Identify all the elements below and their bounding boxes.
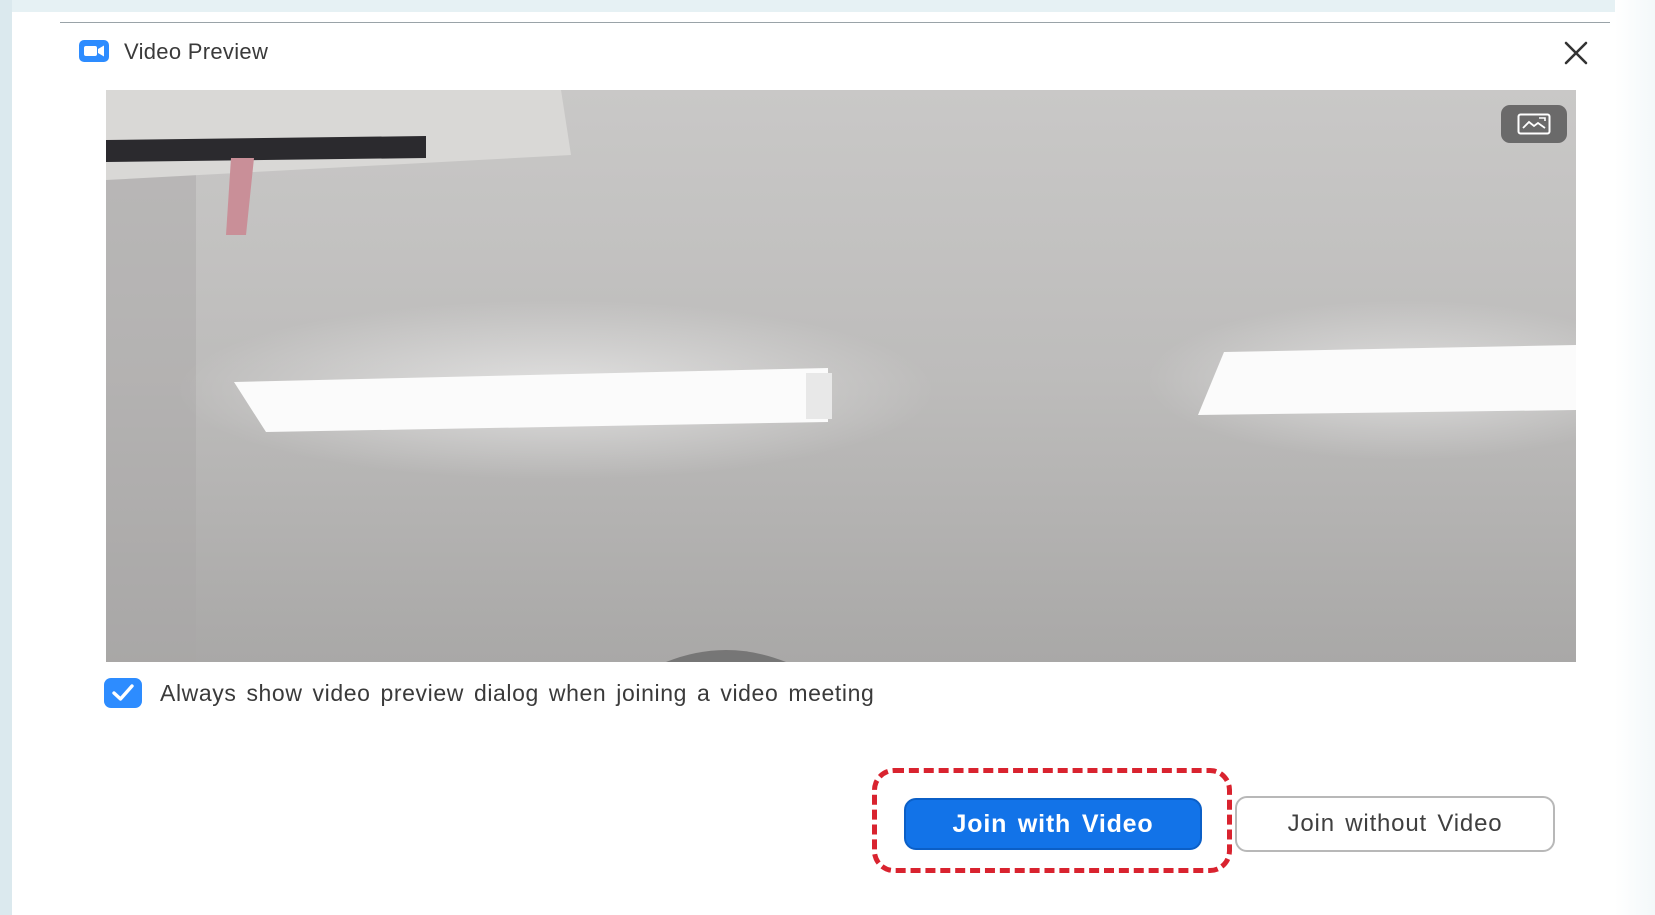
close-icon[interactable] (1560, 37, 1592, 69)
page-background-left (0, 0, 12, 915)
camera-feed (106, 90, 1576, 662)
video-preview-dialog: Video Preview Always show video preview … (60, 22, 1610, 903)
video-preview (106, 90, 1576, 662)
join-without-video-button[interactable]: Join without Video (1235, 796, 1555, 852)
zoom-camera-icon (79, 40, 109, 62)
window-title: Video Preview (124, 39, 269, 64)
join-with-video-button[interactable]: Join with Video (904, 798, 1202, 850)
aspect-ratio-icon (1517, 113, 1551, 135)
always-show-preview-option[interactable]: Always show video preview dialog when jo… (104, 673, 874, 713)
aspect-ratio-button[interactable] (1501, 105, 1567, 143)
page-background-right (1615, 0, 1655, 915)
checkmark-icon (112, 684, 134, 701)
always-show-preview-label[interactable]: Always show video preview dialog when jo… (160, 680, 874, 707)
page-background-top (0, 0, 1655, 12)
title-bar: Video Preview (60, 23, 1610, 83)
always-show-preview-checkbox[interactable] (104, 678, 142, 708)
